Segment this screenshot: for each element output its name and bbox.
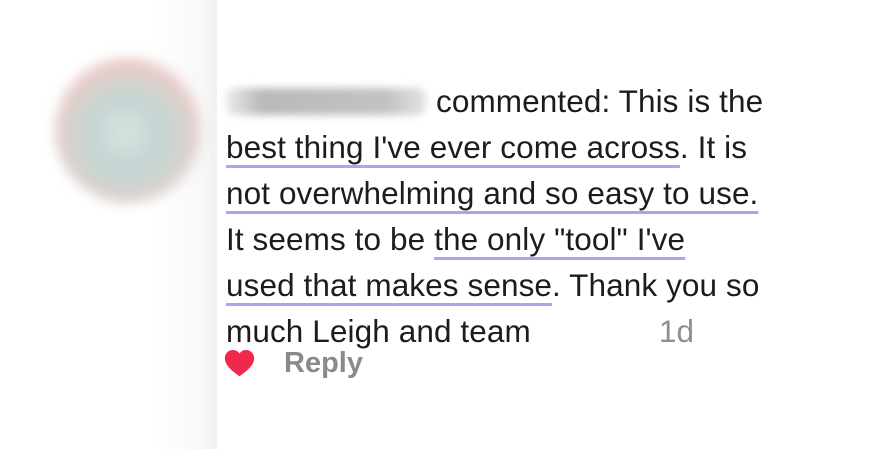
heart-icon[interactable] [224,349,255,377]
avatar-center [90,98,160,168]
comment-text: It seems to be [226,221,435,257]
reply-button[interactable]: Reply [284,347,363,380]
comment-line-2: best thing I've ever come across. It is [226,124,826,170]
comment-body: commented: This is the best thing I've e… [226,78,826,354]
highlighted-text: the only "tool" I've [434,221,686,257]
highlighted-text: best thing I've ever come across [226,129,680,165]
comment-text: . Thank you so [552,267,760,303]
comment-text: . It is [679,129,748,165]
timestamp: 1d [658,313,695,349]
comment-line-3: not overwhelming and so easy to use. [226,170,826,216]
comment-text: This is the [610,83,764,119]
comment-line-4: It seems to be the only "tool" I've [226,216,826,262]
redacted-username[interactable] [226,88,426,115]
commented-label: commented: [436,83,611,119]
panel-edge [205,0,217,449]
comment-line-5: used that makes sense. Thank you so [226,262,826,308]
highlighted-text: not overwhelming and so easy to use. [226,175,759,211]
comment-actions: Reply [224,340,363,386]
comment-line-1: commented: This is the [226,78,826,124]
highlighted-text: used that makes sense [226,267,553,303]
